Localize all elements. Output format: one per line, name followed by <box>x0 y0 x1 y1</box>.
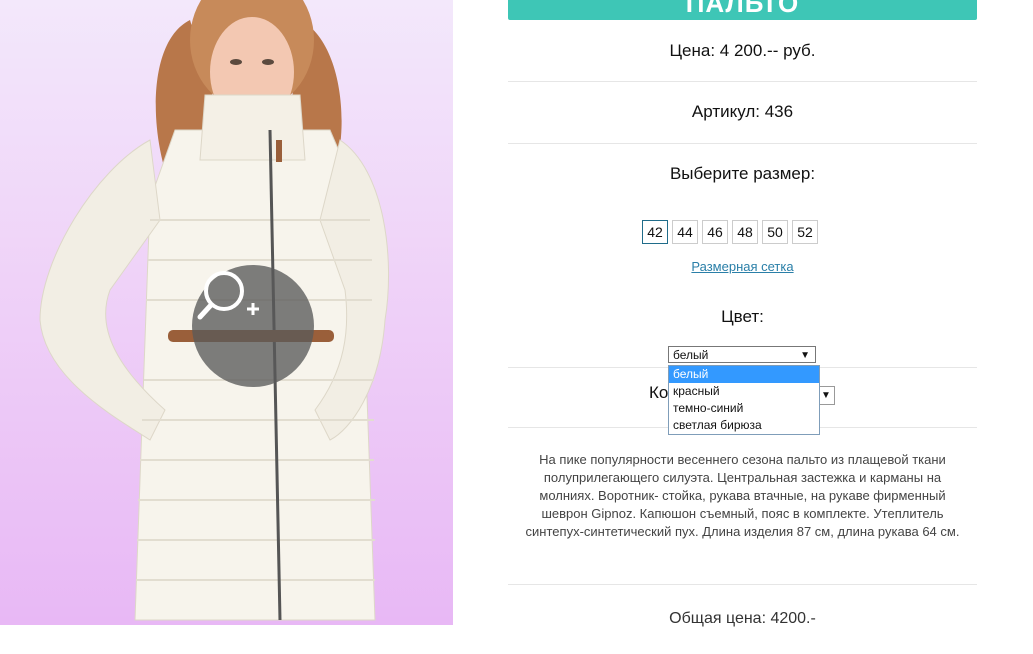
color-select-value: белый <box>673 348 709 362</box>
chevron-down-icon: ▼ <box>800 350 810 361</box>
product-page: ПАЛЬТО Цена: 4 200.-- руб. Артикул: 436 … <box>0 0 1033 654</box>
product-details-panel: ПАЛЬТО Цена: 4 200.-- руб. Артикул: 436 … <box>508 0 977 654</box>
color-option-light-turquoise[interactable]: светлая бирюза <box>669 417 819 434</box>
color-option-navy[interactable]: темно-синий <box>669 400 819 417</box>
divider <box>508 584 977 585</box>
product-photo[interactable] <box>0 0 453 625</box>
product-title: ПАЛЬТО <box>508 0 977 20</box>
zoom-button[interactable] <box>192 265 314 387</box>
color-option-red[interactable]: красный <box>669 383 819 400</box>
choose-size-label: Выберите размер: <box>669 164 816 183</box>
color-dropdown-list: белый красный темно-синий светлая бирюза <box>668 365 820 435</box>
quantity-label: Ко <box>649 383 669 402</box>
product-description: На пике популярности весеннего сезона па… <box>525 452 960 539</box>
color-option-white[interactable]: белый <box>669 366 819 383</box>
size-chart-link[interactable]: Размерная сетка <box>508 259 977 274</box>
price-text: Цена: 4 200.-- руб. <box>669 41 816 60</box>
article-text: Артикул: 436 <box>691 102 794 121</box>
size-option-48[interactable]: 48 <box>732 220 758 244</box>
size-option-52[interactable]: 52 <box>792 220 818 244</box>
divider <box>508 81 977 82</box>
color-label: Цвет: <box>721 307 764 326</box>
zoom-in-icon <box>197 271 259 320</box>
size-option-42[interactable]: 42 <box>642 220 668 244</box>
size-option-50[interactable]: 50 <box>762 220 788 244</box>
size-option-46[interactable]: 46 <box>702 220 728 244</box>
size-options: 42 44 46 48 50 52 <box>642 220 818 244</box>
divider <box>508 143 977 144</box>
quantity-select-arrow[interactable]: ▼ <box>818 386 835 405</box>
color-select[interactable]: белый ▼ <box>668 346 816 363</box>
size-option-44[interactable]: 44 <box>672 220 698 244</box>
total-price: Общая цена: 4200.- <box>669 610 816 627</box>
